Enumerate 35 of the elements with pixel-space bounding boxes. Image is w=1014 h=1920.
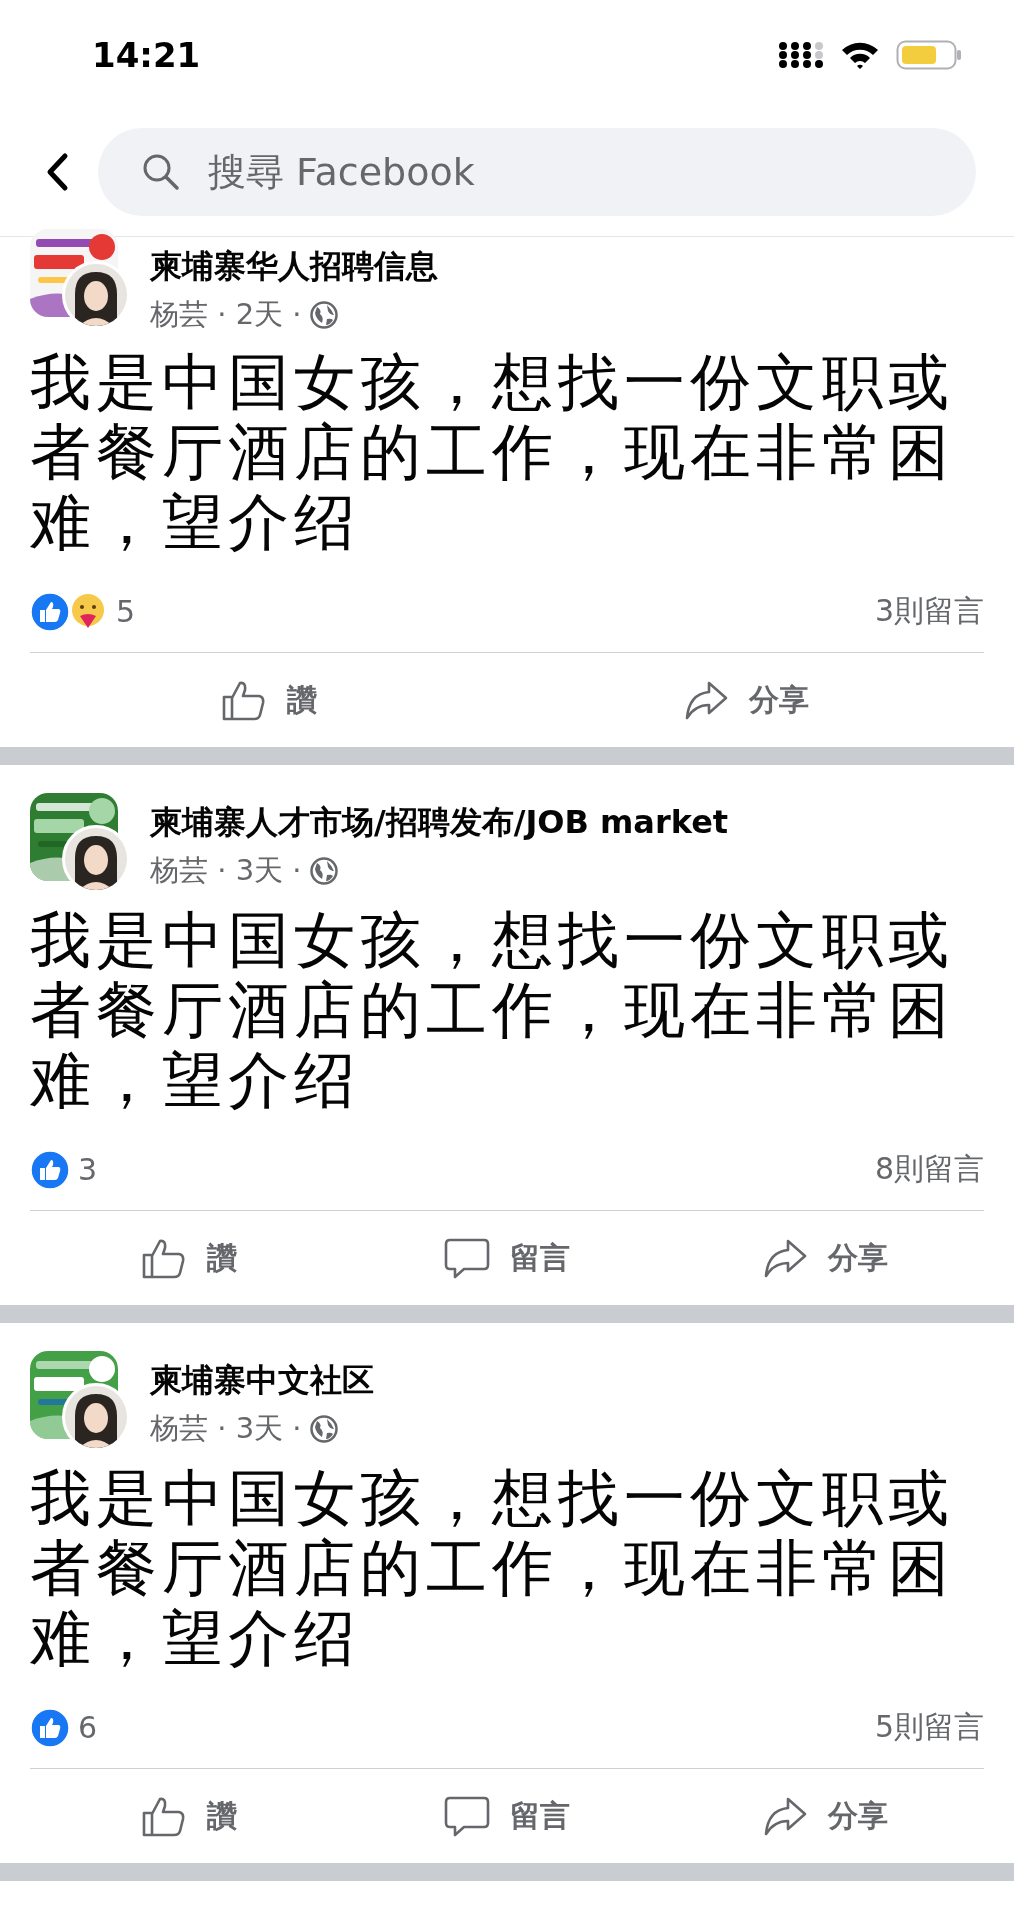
comment-count[interactable]: 5則留言 [874, 1707, 984, 1748]
share-button[interactable]: 分享 [507, 677, 984, 723]
thumbs-up-icon [30, 1149, 70, 1190]
comment-count[interactable]: 8則留言 [874, 1149, 984, 1190]
post-text: 我是中国女孩，想找一份文职或者餐厅酒店的工作，现在非常困难，望介绍 [30, 347, 955, 557]
globe-icon [309, 301, 338, 329]
globe-icon [309, 857, 338, 885]
post-meta: 杨芸 · 2天 · [150, 296, 302, 333]
reaction-count[interactable]: 3 [78, 1152, 98, 1187]
post-meta: 杨芸 · 3天 · [150, 1410, 302, 1447]
signal-icon [778, 40, 824, 70]
post-text: 我是中国女孩，想找一份文职或者餐厅酒店的工作，现在非常困难，望介绍 [30, 1463, 955, 1673]
search-icon [142, 153, 180, 191]
post-meta: 杨芸 · 3天 · [150, 852, 302, 889]
globe-icon [309, 1415, 338, 1443]
comment-button[interactable]: 留言 [348, 1793, 666, 1839]
like-button[interactable]: 讚 [30, 677, 507, 723]
group-name[interactable]: 柬埔寨中文社区 [150, 1359, 374, 1403]
share-button[interactable]: 分享 [666, 1235, 984, 1281]
group-name[interactable]: 柬埔寨人才市场/招聘发布/JOB market [150, 801, 729, 845]
reaction-count[interactable]: 6 [78, 1710, 98, 1745]
post-text: 我是中国女孩，想找一份文职或者餐厅酒店的工作，现在非常困难，望介绍 [30, 905, 955, 1115]
share-button[interactable]: 分享 [666, 1793, 984, 1839]
status-time: 14:21 [92, 35, 201, 75]
thumbs-up-icon [30, 1707, 70, 1748]
comment-button[interactable]: 留言 [348, 1235, 666, 1281]
reaction-count[interactable]: 5 [116, 594, 136, 629]
like-button[interactable]: 讚 [30, 1235, 348, 1281]
thumbs-up-icon [30, 591, 70, 632]
like-button[interactable]: 讚 [30, 1793, 348, 1839]
search-field[interactable]: 搜尋 Facebook [98, 128, 976, 216]
battery-icon [896, 40, 962, 70]
group-name[interactable]: 柬埔寨华人招聘信息 [150, 245, 438, 289]
wifi-icon [840, 40, 880, 70]
comment-count[interactable]: 3則留言 [874, 591, 984, 632]
